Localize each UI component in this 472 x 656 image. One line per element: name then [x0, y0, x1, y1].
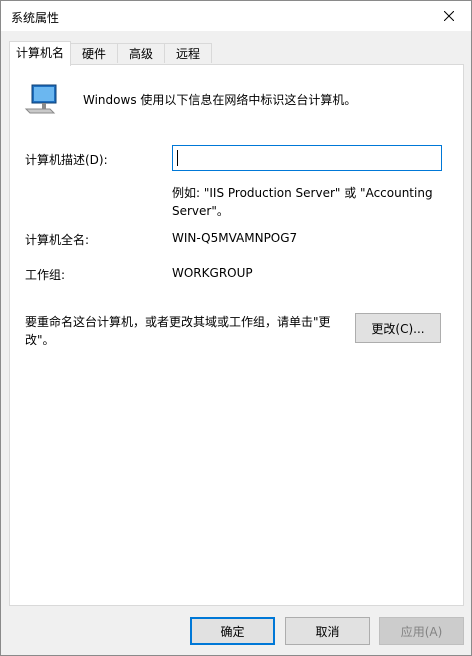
change-button[interactable]: 更改(C)... [355, 313, 441, 343]
title-bar[interactable]: 系统属性 [1, 1, 471, 31]
tab-remote[interactable]: 远程 [164, 43, 212, 63]
ok-button-label: 确定 [220, 624, 245, 639]
rename-text-line1: 要重命名这台计算机，或者更改其域或工作组，请单击"更 [25, 315, 331, 329]
computer-description-input[interactable] [172, 145, 442, 171]
workgroup-value: WORKGROUP [172, 266, 253, 280]
tab-advanced[interactable]: 高级 [117, 43, 165, 63]
change-button-label: 更改(C)... [371, 321, 425, 336]
full-name-label: 计算机全名: [25, 233, 90, 247]
tab-computer-name[interactable]: 计算机名 [9, 41, 71, 66]
tab-hardware[interactable]: 硬件 [70, 43, 118, 63]
computer-name-panel: Windows 使用以下信息在网络中标识这台计算机。 计算机描述(D): 例如:… [9, 64, 464, 606]
tab-strip: 计算机名 硬件 高级 远程 [9, 41, 469, 66]
full-name-value: WIN-Q5MVAMNPOG7 [172, 231, 298, 245]
tab-label: 高级 [128, 47, 153, 61]
tab-label: 远程 [175, 47, 200, 61]
workgroup-label: 工作组: [25, 268, 66, 282]
computer-icon [24, 84, 57, 114]
rename-text-line2: 改"。 [25, 333, 55, 347]
description-label: 计算机描述(D): [25, 153, 108, 167]
apply-button[interactable]: 应用(A) [379, 617, 464, 645]
example-text-line1: 例如: "IIS Production Server" 或 "Accountin… [172, 186, 433, 200]
cancel-button[interactable]: 取消 [285, 617, 370, 645]
example-text-line2: Server"。 [172, 204, 229, 218]
close-button[interactable] [427, 1, 471, 31]
system-properties-dialog: 系统属性 计算机名 硬件 高级 远程 Windows 使用以下信息在网络中标识这… [0, 0, 472, 656]
text-caret [177, 150, 178, 166]
close-icon [444, 11, 454, 21]
intro-text: Windows 使用以下信息在网络中标识这台计算机。 [83, 93, 357, 107]
apply-button-label: 应用(A) [400, 624, 443, 639]
cancel-button-label: 取消 [315, 624, 340, 639]
tab-label: 硬件 [81, 47, 106, 61]
ok-button[interactable]: 确定 [190, 617, 275, 645]
tab-label: 计算机名 [15, 46, 64, 60]
window-title: 系统属性 [11, 11, 60, 25]
